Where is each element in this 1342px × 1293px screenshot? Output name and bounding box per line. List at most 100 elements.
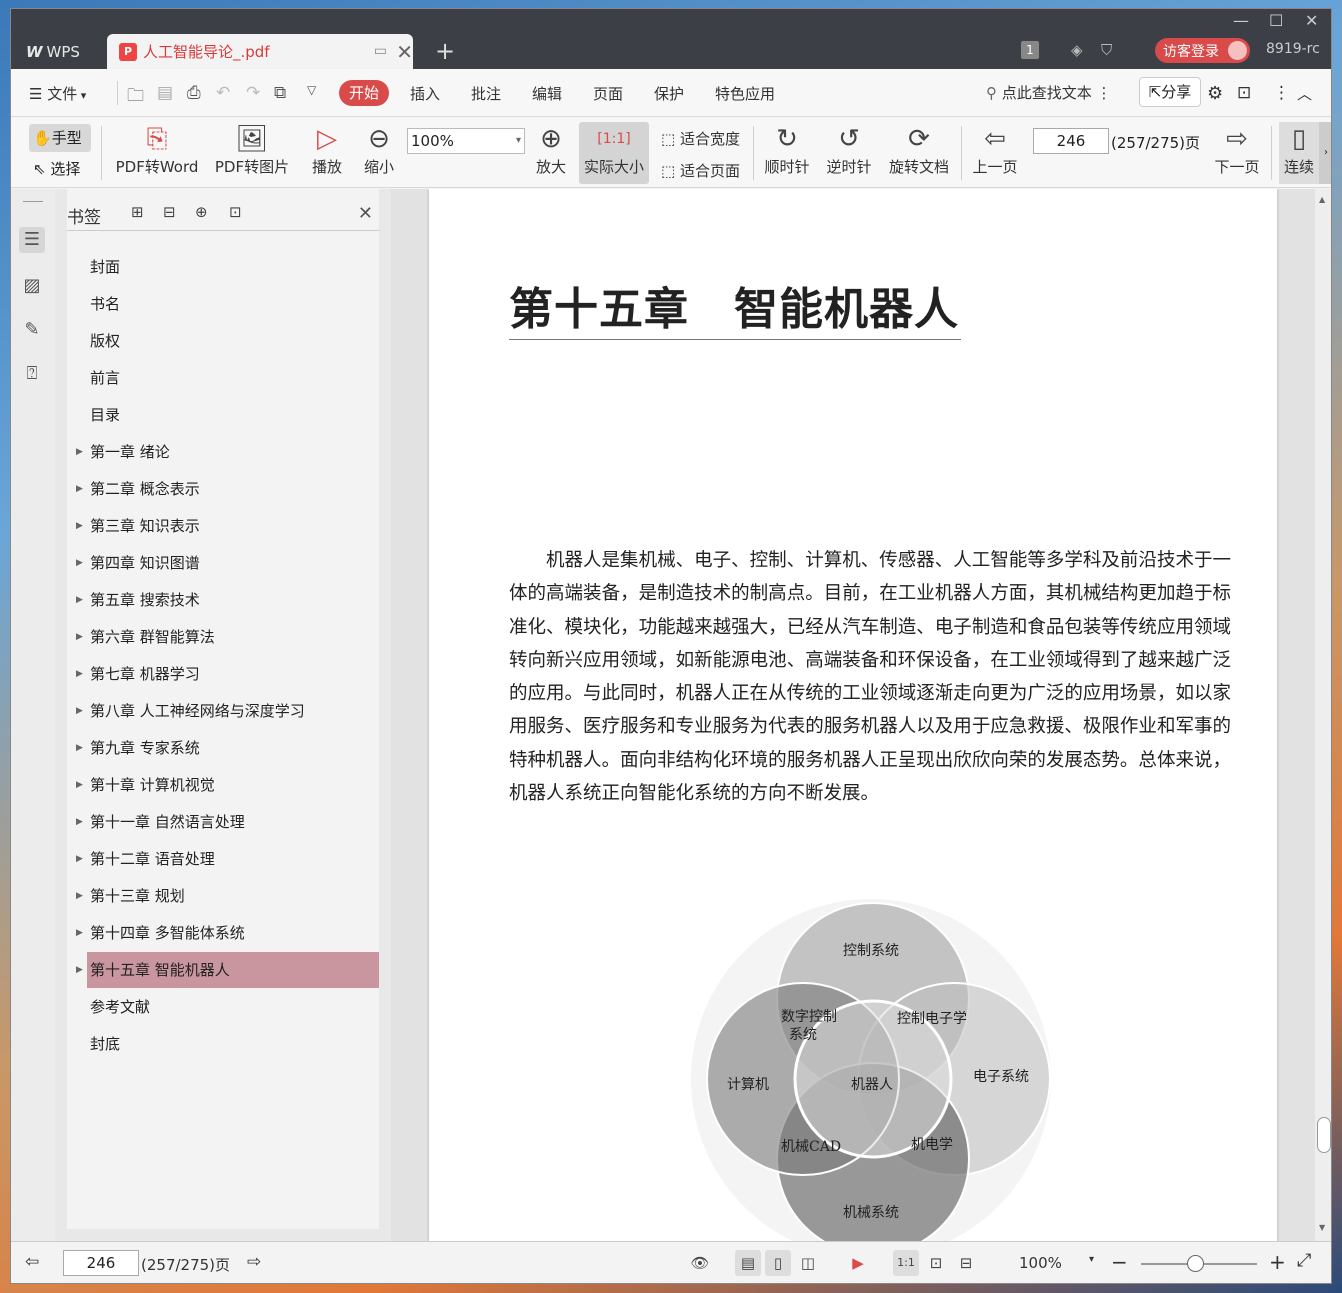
bookmark-item[interactable]: ▶ 第五章 搜索技术: [76, 582, 379, 618]
select-tool-button[interactable]: ⇖ 选择: [33, 158, 80, 179]
scroll-down-icon[interactable]: ▼: [1319, 1223, 1325, 1232]
page-number-input[interactable]: 246: [1033, 128, 1109, 154]
status-zoom-value[interactable]: 100%: [1019, 1254, 1062, 1272]
single-page-icon[interactable]: ▯: [765, 1250, 791, 1276]
minimize-icon[interactable]: —: [1233, 11, 1249, 30]
actual-size-status-icon[interactable]: 1:1: [893, 1250, 919, 1276]
expand-arrow-icon[interactable]: ▶: [76, 952, 83, 988]
fit-width-button[interactable]: ⬚ 适合宽度: [661, 128, 740, 149]
bookmark-item[interactable]: ▶ 第十一章 自然语言处理: [76, 804, 379, 840]
eye-protect-icon[interactable]: 👁: [687, 1250, 713, 1276]
close-tab-icon[interactable]: ✕: [396, 40, 413, 64]
shirt-icon[interactable]: ⛉: [1101, 41, 1112, 59]
bookmark-item[interactable]: ▶ 第六章 群智能算法: [76, 619, 379, 655]
expand-arrow-icon[interactable]: ▶: [76, 656, 83, 692]
bookmark-item[interactable]: ▶ 第七章 机器学习: [76, 656, 379, 692]
bookmark-item[interactable]: 封底: [87, 1026, 379, 1062]
expand-arrow-icon[interactable]: ▶: [76, 582, 83, 618]
vertical-scrollbar[interactable]: ▲ ▼: [1315, 189, 1331, 1241]
more-icon[interactable]: ⋮: [1273, 83, 1290, 103]
zoom-plus-icon[interactable]: +: [1269, 1250, 1286, 1274]
expand-arrow-icon[interactable]: ▶: [76, 915, 83, 951]
window-count-badge[interactable]: 1: [1021, 41, 1039, 59]
bookmark-item[interactable]: ▶ 第十五章 智能机器人: [76, 952, 379, 988]
tab-page[interactable]: 页面: [593, 83, 623, 104]
file-menu[interactable]: ☰ 文件 ▾: [29, 83, 86, 104]
comment-icon[interactable]: ⊡: [1237, 83, 1251, 103]
annotation-panel-icon[interactable]: ✎: [19, 317, 45, 343]
scrollbar-thumb[interactable]: [1317, 1117, 1331, 1153]
play-button[interactable]: ▷ 播放: [307, 122, 347, 177]
open-icon[interactable]: 🗀: [127, 83, 144, 112]
bookmark-item[interactable]: ▶ 第四章 知识图谱: [76, 545, 379, 581]
tab-special[interactable]: 特色应用: [715, 83, 775, 104]
bookmark-options-icon[interactable]: ⊡: [229, 203, 242, 221]
maximize-icon[interactable]: ☐: [1269, 11, 1283, 30]
document-tab[interactable]: P 人工智能导论_.pdf ▭ ✕: [107, 34, 413, 69]
ribbon-scroll-right-icon[interactable]: ›: [1319, 122, 1331, 184]
hand-tool-button[interactable]: ✋手型: [29, 124, 91, 152]
fit-page-status-icon[interactable]: ⊡: [923, 1250, 949, 1276]
new-tab-icon[interactable]: +: [435, 37, 455, 65]
expand-arrow-icon[interactable]: ▶: [76, 841, 83, 877]
fit-width-status-icon[interactable]: ⊟: [953, 1250, 979, 1276]
expand-arrow-icon[interactable]: ▶: [76, 804, 83, 840]
bookmark-item[interactable]: ▶ 第九章 专家系统: [76, 730, 379, 766]
expand-arrow-icon[interactable]: ▶: [76, 878, 83, 914]
bookmark-item[interactable]: ▶ 第三章 知识表示: [76, 508, 379, 544]
status-next-icon[interactable]: ⇨: [247, 1252, 261, 1272]
expand-arrow-icon[interactable]: ▶: [76, 730, 83, 766]
collapse-all-icon[interactable]: ⊟: [163, 203, 176, 221]
expand-arrow-icon[interactable]: ▶: [76, 767, 83, 803]
expand-all-icon[interactable]: ⊞: [131, 203, 144, 221]
bookmark-item[interactable]: ▶ 第十三章 规划: [76, 878, 379, 914]
bookmark-item[interactable]: ▶ 第二章 概念表示: [76, 471, 379, 507]
zoom-select[interactable]: 100% ▾: [407, 128, 525, 154]
expand-arrow-icon[interactable]: ▶: [76, 508, 83, 544]
two-page-icon[interactable]: ◫: [795, 1250, 821, 1276]
status-page-input[interactable]: 246: [63, 1250, 139, 1276]
zoom-slider-knob[interactable]: [1187, 1255, 1204, 1272]
wps-home-tab[interactable]: W WPS: [16, 36, 104, 68]
print-icon[interactable]: ⎙: [187, 83, 201, 103]
add-bookmark-icon[interactable]: ⊕: [195, 203, 208, 221]
redo-icon[interactable]: ↷: [246, 83, 260, 103]
tab-start[interactable]: 开始: [339, 80, 389, 106]
thumbnail-panel-icon[interactable]: ▨: [19, 273, 45, 299]
rotate-doc-button[interactable]: ⟳ 旋转文档: [887, 122, 951, 177]
share-button[interactable]: ⇱分享: [1139, 77, 1201, 107]
undo-icon[interactable]: ↶: [216, 83, 230, 103]
zoom-in-button[interactable]: ⊕ 放大: [531, 122, 571, 177]
more-dropdown-icon[interactable]: ▽: [307, 83, 316, 97]
tab-edit[interactable]: 编辑: [532, 83, 562, 104]
bookmark-item[interactable]: ▶ 第八章 人工神经网络与深度学习: [76, 693, 379, 729]
fit-page-button[interactable]: ⬚ 适合页面: [661, 160, 740, 181]
search-text-box[interactable]: ⚲ 点此查找文本 ⋮: [986, 82, 1112, 103]
expand-arrow-icon[interactable]: ▶: [76, 471, 83, 507]
skin-icon[interactable]: ◈: [1071, 41, 1083, 59]
monitor-icon[interactable]: ▭: [374, 43, 387, 59]
bookmark-item[interactable]: ▶ 第一章 绪论: [76, 434, 379, 470]
bookmark-item[interactable]: 目录: [87, 397, 379, 433]
zoom-minus-icon[interactable]: −: [1111, 1250, 1128, 1274]
prev-page-button[interactable]: ⇦ 上一页: [971, 122, 1019, 177]
bookmark-panel-icon[interactable]: ☰: [19, 227, 45, 253]
zoom-out-button[interactable]: ⊖ 缩小: [359, 122, 399, 177]
bookmark-item[interactable]: 前言: [87, 360, 379, 396]
expand-arrow-icon[interactable]: ▶: [76, 693, 83, 729]
expand-arrow-icon[interactable]: ▶: [76, 619, 83, 655]
bookmark-item[interactable]: 版权: [87, 323, 379, 359]
scroll-up-icon[interactable]: ▲: [1319, 195, 1325, 204]
tab-insert[interactable]: 插入: [410, 83, 440, 104]
bookmark-item[interactable]: ▶ 第十章 计算机视觉: [76, 767, 379, 803]
continuous-view-icon[interactable]: ▤: [735, 1250, 761, 1276]
next-page-button[interactable]: ⇨ 下一页: [1213, 122, 1261, 177]
expand-arrow-icon[interactable]: ▶: [76, 434, 83, 470]
fullscreen-icon[interactable]: ⤢: [1297, 1250, 1311, 1271]
continuous-button[interactable]: ▯ 连续: [1279, 122, 1319, 184]
close-window-icon[interactable]: ✕: [1305, 11, 1318, 30]
bookmark-item[interactable]: ▶ 第十四章 多智能体系统: [76, 915, 379, 951]
pdf-to-image-button[interactable]: 🖼 PDF转图片: [211, 122, 293, 177]
status-prev-icon[interactable]: ⇦: [25, 1252, 39, 1272]
bookmark-item[interactable]: 封面: [87, 249, 379, 285]
